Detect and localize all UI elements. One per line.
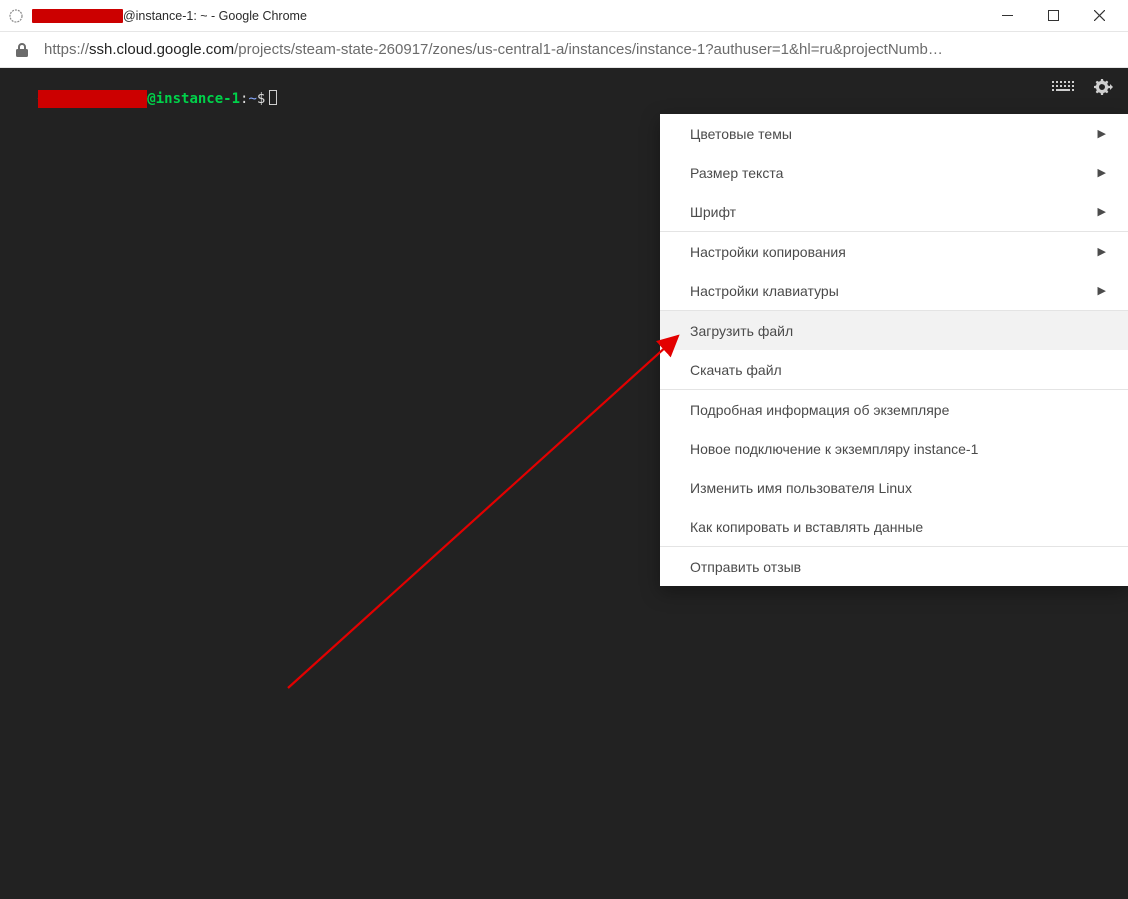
window-title-suffix: @instance-1: ~ - Google Chrome	[123, 9, 307, 23]
annotation-arrow	[280, 318, 700, 698]
menu-item-label: Шрифт	[690, 204, 1098, 220]
menu-item[interactable]: Загрузить файл	[660, 311, 1128, 350]
menu-item-label: Как копировать и вставлять данные	[690, 519, 1106, 535]
gear-icon[interactable]	[1088, 76, 1118, 100]
url-host: ssh.cloud.google.com	[89, 41, 234, 58]
window-maximize-button[interactable]	[1030, 0, 1076, 31]
menu-item-label: Скачать файл	[690, 362, 1106, 378]
menu-item[interactable]: Размер текста▶	[660, 153, 1128, 192]
menu-item-label: Загрузить файл	[690, 323, 1106, 339]
window-minimize-button[interactable]	[984, 0, 1030, 31]
menu-item-label: Подробная информация об экземпляре	[690, 402, 1106, 418]
menu-item[interactable]: Цветовые темы▶	[660, 114, 1128, 153]
address-bar[interactable]: https://ssh.cloud.google.com/projects/st…	[0, 32, 1128, 68]
menu-item-label: Настройки клавиатуры	[690, 283, 1098, 299]
submenu-arrow-icon: ▶	[1098, 284, 1106, 297]
window-controls	[984, 0, 1122, 31]
menu-item[interactable]: Новое подключение к экземпляру instance-…	[660, 429, 1128, 468]
prompt-path: ~	[248, 91, 256, 107]
window-close-button[interactable]	[1076, 0, 1122, 31]
menu-item[interactable]: Скачать файл	[660, 350, 1128, 389]
submenu-arrow-icon: ▶	[1098, 205, 1106, 218]
window-titlebar: tadeusk_redim1@instance-1: ~ - Google Ch…	[0, 0, 1128, 32]
settings-menu: Цветовые темы▶Размер текста▶Шрифт▶Настро…	[660, 114, 1128, 586]
window-title-redacted: tadeusk_redim1	[32, 9, 123, 23]
window-favicon-icon	[8, 8, 24, 24]
prompt-host: @instance-1	[147, 91, 240, 107]
terminal-prompt-line: adensh_cadher@instance-1:~$	[4, 72, 277, 126]
menu-item[interactable]: Отправить отзыв	[660, 547, 1128, 586]
submenu-arrow-icon: ▶	[1098, 166, 1106, 179]
terminal-viewport[interactable]: adensh_cadher@instance-1:~$	[0, 68, 1128, 899]
lock-icon	[14, 42, 30, 58]
keyboard-icon[interactable]	[1048, 76, 1078, 100]
menu-item-label: Цветовые темы	[690, 126, 1098, 142]
url-path: /projects/steam-state-260917/zones/us-ce…	[234, 41, 943, 58]
terminal-cursor	[269, 90, 277, 105]
menu-item-label: Отправить отзыв	[690, 559, 1106, 575]
menu-item-label: Настройки копирования	[690, 244, 1098, 260]
url-scheme: https://	[44, 41, 89, 58]
url-text: https://ssh.cloud.google.com/projects/st…	[44, 41, 1114, 58]
menu-item[interactable]: Настройки копирования▶	[660, 232, 1128, 271]
prompt-dollar: $	[257, 91, 265, 107]
menu-item[interactable]: Шрифт▶	[660, 192, 1128, 231]
menu-item[interactable]: Изменить имя пользователя Linux	[660, 468, 1128, 507]
menu-item-label: Новое подключение к экземпляру instance-…	[690, 441, 1106, 457]
menu-item-label: Изменить имя пользователя Linux	[690, 480, 1106, 496]
submenu-arrow-icon: ▶	[1098, 127, 1106, 140]
menu-item[interactable]: Подробная информация об экземпляре	[660, 390, 1128, 429]
prompt-user-redacted: adensh_cadher	[38, 90, 148, 108]
menu-item[interactable]: Как копировать и вставлять данные	[660, 507, 1128, 546]
submenu-arrow-icon: ▶	[1098, 245, 1106, 258]
menu-item[interactable]: Настройки клавиатуры▶	[660, 271, 1128, 310]
menu-item-label: Размер текста	[690, 165, 1098, 181]
window-title: tadeusk_redim1@instance-1: ~ - Google Ch…	[32, 9, 984, 23]
terminal-toolbar	[1048, 76, 1118, 100]
